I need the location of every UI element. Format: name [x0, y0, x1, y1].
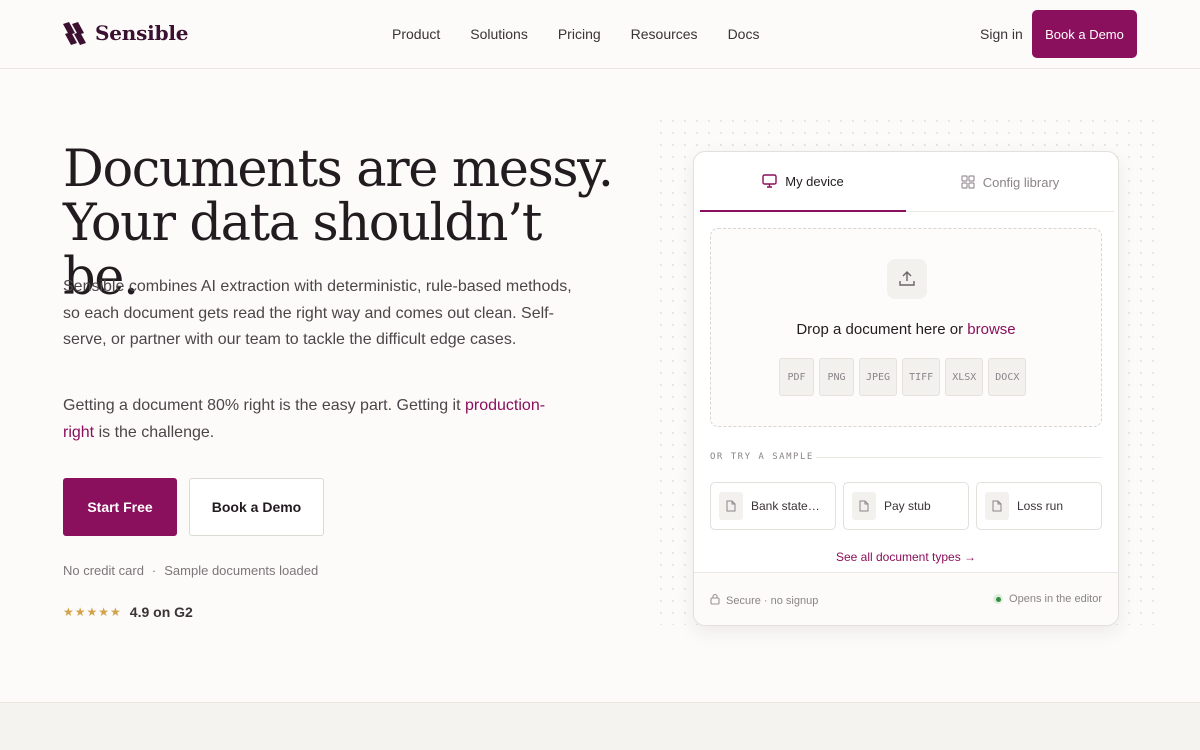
- document-icon: [719, 492, 743, 520]
- opens-in-editor-note: Opens in the editor: [993, 593, 1102, 605]
- secure-note: Secure · no signup: [710, 593, 818, 608]
- sample-heading: OR TRY A SAMPLE: [710, 452, 814, 462]
- document-icon: [852, 492, 876, 520]
- browse-link[interactable]: browse: [967, 321, 1015, 338]
- format-badge: JPEG: [859, 358, 898, 396]
- star-rating-icon: ★★★★★: [63, 605, 122, 619]
- format-badge: TIFF: [902, 358, 941, 396]
- upload-icon: [887, 259, 927, 299]
- sensible-logo-icon: [63, 21, 86, 45]
- tab-my-device[interactable]: My device: [700, 152, 906, 212]
- lock-icon: [710, 593, 720, 608]
- sample-bank-statement[interactable]: Bank state…: [710, 482, 836, 530]
- header-book-demo-button[interactable]: Book a Demo: [1032, 10, 1137, 58]
- logo-link[interactable]: Sensible: [63, 21, 188, 45]
- format-badge: PDF: [779, 358, 814, 396]
- see-all-document-types-link[interactable]: See all document types →: [694, 550, 1118, 564]
- hero-sub: Getting a document 80% right is the easy…: [63, 393, 573, 446]
- drop-instructions: Drop a document here or browse: [711, 321, 1101, 338]
- sample-docs-note: Sample documents loaded: [164, 563, 319, 578]
- headline-line-1: Documents are messy.: [63, 140, 614, 199]
- no-credit-card-note: No credit card: [63, 563, 144, 578]
- grid-icon: [961, 175, 975, 189]
- secure-text: Secure · no signup: [726, 594, 819, 607]
- hero-fineprint: No credit card · Sample documents loaded: [63, 563, 318, 578]
- nav-product[interactable]: Product: [392, 25, 440, 43]
- file-dropzone[interactable]: Drop a document here or browse PDF PNG J…: [710, 228, 1102, 427]
- book-demo-button[interactable]: Book a Demo: [189, 478, 324, 536]
- tab-my-device-label: My device: [785, 173, 844, 189]
- supported-formats: PDF PNG JPEG TIFF XLSX DOCX: [779, 358, 1027, 396]
- sample-pay-stub[interactable]: Pay stub: [843, 482, 969, 530]
- rating-text: 4.9 on G2: [129, 604, 193, 620]
- nav-solutions[interactable]: Solutions: [470, 25, 528, 43]
- sub-text-after: is the challenge.: [94, 423, 215, 441]
- sample-label: Pay stub: [884, 499, 931, 513]
- site-header: Sensible Product Solutions Pricing Resou…: [0, 0, 1200, 69]
- tab-config-library-label: Config library: [982, 174, 1060, 190]
- sample-label: Loss run: [1017, 499, 1064, 513]
- upload-tabs: My device Config library: [700, 152, 1114, 212]
- logo-wordmark: Sensible: [95, 21, 189, 45]
- sample-label: Bank state…: [751, 499, 820, 513]
- upload-card: My device Config library Drop a document…: [693, 151, 1119, 626]
- start-free-button[interactable]: Start Free: [63, 478, 177, 536]
- status-dot-icon: [993, 594, 1004, 604]
- tab-config-library[interactable]: Config library: [907, 152, 1113, 212]
- g2-rating: ★★★★★ 4.9 on G2: [63, 604, 193, 620]
- sample-loss-run[interactable]: Loss run: [976, 482, 1102, 530]
- upload-card-footer: Secure · no signup Opens in the editor: [694, 572, 1118, 625]
- next-section-band: [0, 702, 1200, 750]
- nav-docs[interactable]: Docs: [728, 25, 760, 43]
- opens-text: Opens in the editor: [1009, 593, 1102, 605]
- sub-text-before: Getting a document 80% right is the easy…: [63, 397, 465, 414]
- sample-divider: [816, 457, 1102, 458]
- drop-text: Drop a document here or: [796, 321, 968, 338]
- format-badge: PNG: [819, 358, 854, 396]
- nav-pricing[interactable]: Pricing: [558, 25, 601, 43]
- sign-in-link[interactable]: Sign in: [980, 26, 1023, 42]
- sample-documents: Bank state… Pay stub Loss run: [710, 482, 1102, 530]
- format-badge: DOCX: [988, 358, 1027, 396]
- hero-lead: Sensible combines AI extraction with det…: [63, 278, 572, 348]
- main-nav: Product Solutions Pricing Resources Docs: [392, 25, 789, 43]
- format-badge: XLSX: [945, 358, 984, 396]
- monitor-icon: [762, 174, 777, 188]
- document-icon: [985, 492, 1009, 520]
- nav-resources[interactable]: Resources: [631, 25, 698, 43]
- separator-dot: ·: [151, 563, 157, 578]
